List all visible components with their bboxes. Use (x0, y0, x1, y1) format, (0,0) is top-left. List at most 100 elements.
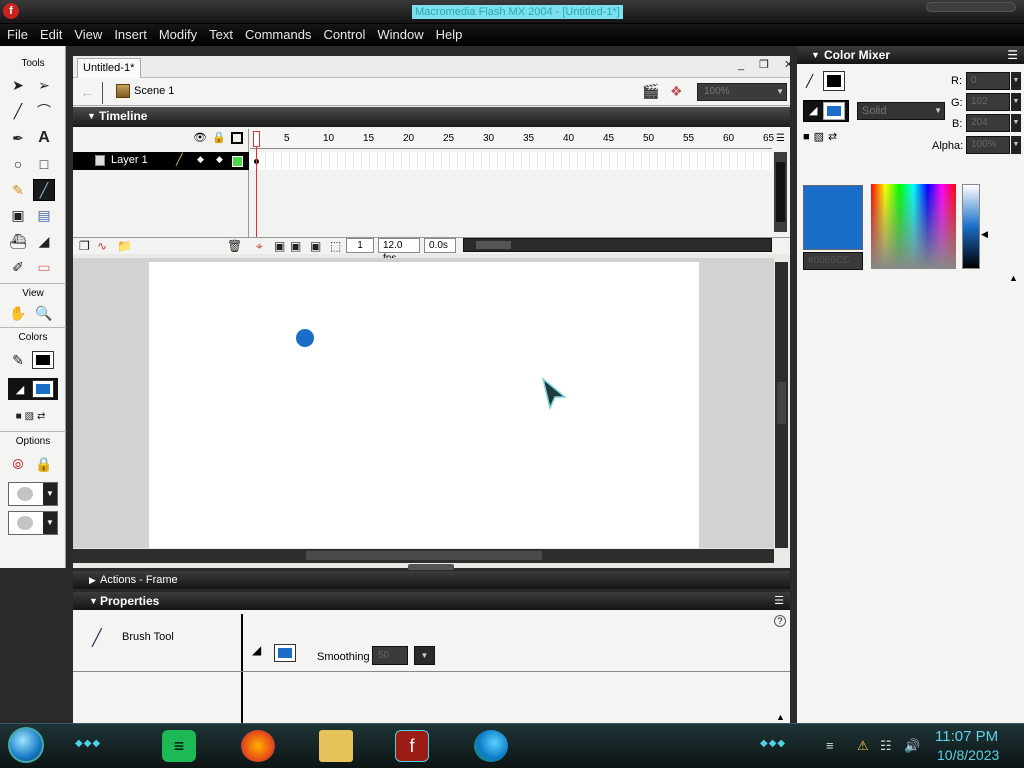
layer-outline-color[interactable] (232, 156, 243, 167)
alpha-input[interactable]: 100% (966, 136, 1010, 154)
timeline-horizontal-scrollbar[interactable] (463, 238, 772, 252)
fill-type-dropdown[interactable]: Solid ▼ (857, 102, 945, 120)
brush-size-dropdown[interactable]: ▼ (8, 482, 58, 506)
smoothing-input[interactable]: 50 (372, 646, 408, 665)
delete-layer-icon[interactable]: 🗑 (227, 239, 242, 253)
menu-text[interactable]: Text (203, 24, 239, 46)
line-tool-icon[interactable]: ╱ (7, 100, 29, 122)
blue-dropdown-button[interactable]: ▼ (1011, 114, 1021, 132)
window-controls[interactable] (926, 2, 1016, 12)
red-input[interactable]: 0 (966, 72, 1010, 90)
edit-multiple-frames-icon[interactable]: ▣ (310, 239, 321, 253)
green-dropdown-button[interactable]: ▼ (1011, 93, 1021, 111)
zoom-dropdown[interactable]: 100% ▼ (697, 83, 787, 101)
subselection-tool-icon[interactable]: ➢ (33, 74, 55, 96)
actions-panel-header[interactable]: ▶ Actions - Frame (73, 571, 790, 589)
text-tool-icon[interactable]: A (33, 127, 55, 149)
menu-view[interactable]: View (68, 24, 108, 46)
color-spectrum[interactable] (871, 184, 956, 269)
clock-date[interactable]: 10/8/2023 (937, 747, 999, 763)
start-button[interactable] (8, 727, 44, 763)
fill-transform-tool-icon[interactable]: ▤ (33, 204, 55, 226)
firefox-icon[interactable] (241, 730, 275, 762)
mixer-default-swap-icons[interactable]: ■▧⇄ (803, 130, 841, 143)
menu-file[interactable]: File (0, 24, 34, 46)
collapse-arrow-icon[interactable]: ▲ (776, 712, 785, 722)
hex-input[interactable]: #0066CC (803, 252, 863, 270)
help-icon[interactable]: ? (774, 615, 786, 627)
center-frame-icon[interactable]: ⌖ (256, 239, 263, 254)
menu-commands[interactable]: Commands (239, 24, 317, 46)
zoom-tool-icon[interactable]: 🔍 (33, 302, 55, 324)
stage-vertical-scrollbar[interactable] (775, 262, 788, 548)
document-tab[interactable]: Untitled-1* (77, 58, 141, 78)
lock-fill-icon[interactable]: 🔒 (33, 453, 55, 475)
document-window-buttons[interactable]: _ ❐ ✕ (738, 58, 799, 71)
lock-layers-icon[interactable]: 🔒 (212, 131, 226, 144)
frame-cells[interactable] (250, 152, 772, 170)
clock-time[interactable]: 11:07 PM (935, 728, 998, 745)
onion-skin-icon[interactable]: ▣ (274, 239, 285, 253)
timeline-header[interactable]: ▼ Timeline (73, 107, 790, 127)
pen-tool-icon[interactable]: ✒ (7, 127, 29, 149)
fill-color-swatch[interactable] (32, 380, 54, 398)
layer-visible-dot[interactable]: ◆ (197, 154, 204, 165)
flash-icon[interactable]: f (395, 730, 429, 762)
mixer-fill-swatch[interactable] (823, 102, 845, 120)
fill-color-swatch[interactable] (274, 644, 296, 662)
flash-app-icon[interactable]: f (3, 3, 19, 19)
stroke-color-swatch[interactable] (32, 351, 54, 369)
outline-layers-icon[interactable] (231, 132, 243, 144)
insert-layer-icon[interactable]: ❐ (79, 239, 90, 253)
panel-options-icon[interactable]: ☰ (1007, 46, 1018, 64)
scene-breadcrumb[interactable]: Scene 1 (134, 85, 174, 97)
selection-tool-icon[interactable]: ➤ (7, 74, 29, 96)
edit-symbols-icon[interactable]: ❖ (670, 83, 683, 100)
oval-tool-icon[interactable]: ○ (7, 153, 29, 175)
volume-icon[interactable]: 🔊 (904, 738, 920, 754)
spotify-icon[interactable]: ≡ (162, 730, 196, 762)
pencil-tool-icon[interactable]: ✎ (7, 179, 29, 201)
file-explorer-icon[interactable] (319, 730, 353, 762)
menu-help[interactable]: Help (430, 24, 469, 46)
modify-onion-markers-icon[interactable]: ⬚ (330, 239, 341, 253)
brightness-slider[interactable] (962, 184, 980, 269)
panel-options-icon[interactable]: ☰ (774, 592, 784, 610)
properties-panel-header[interactable]: ▼ Properties ☰ (73, 592, 790, 610)
warning-icon[interactable]: ⚠ (857, 738, 869, 754)
blue-input[interactable]: 204 (966, 114, 1010, 132)
show-desktop-icon[interactable]: ≡ (826, 738, 834, 753)
layer-name[interactable]: Layer 1 (111, 154, 148, 166)
show-hide-layers-icon[interactable]: 👁 (193, 131, 207, 144)
menu-control[interactable]: Control (317, 24, 371, 46)
paint-bucket-tool-icon[interactable]: ◢ (33, 230, 55, 252)
red-dropdown-button[interactable]: ▼ (1011, 72, 1021, 90)
edit-scene-icon[interactable]: 🎬 (642, 83, 659, 100)
frame-rate-field[interactable]: 12.0 fps (378, 238, 420, 264)
collapse-arrow-icon[interactable]: ▲ (1009, 273, 1018, 283)
free-transform-tool-icon[interactable]: ▣ (7, 204, 29, 226)
playhead[interactable] (253, 131, 260, 147)
add-motion-guide-icon[interactable]: ∿ (97, 239, 107, 253)
menu-modify[interactable]: Modify (153, 24, 203, 46)
stage-horizontal-scrollbar[interactable] (73, 549, 774, 563)
smoothing-dropdown-button[interactable]: ▼ (414, 646, 435, 665)
brush-tool-icon[interactable]: ╱ (33, 179, 55, 201)
rectangle-tool-icon[interactable]: □ (33, 153, 55, 175)
stage[interactable] (149, 262, 699, 548)
timeline-view-options-icon[interactable]: ☰ (776, 133, 785, 144)
timeline-vertical-scrollbar[interactable] (774, 152, 787, 232)
brush-shape-dropdown[interactable]: ▼ (8, 511, 58, 535)
lasso-tool-icon[interactable]: ⌒ (33, 100, 55, 122)
menu-edit[interactable]: Edit (34, 24, 68, 46)
layer-lock-dot[interactable]: ◆ (216, 154, 223, 165)
network-icon[interactable]: ☷ (880, 738, 892, 754)
green-input[interactable]: 102 (966, 93, 1010, 111)
back-arrow-icon[interactable]: ← (80, 84, 94, 100)
mixer-stroke-swatch[interactable] (823, 71, 845, 91)
insert-layer-folder-icon[interactable]: 📁 (117, 239, 132, 253)
color-mixer-header[interactable]: ▼ Color Mixer ☰ (797, 46, 1024, 64)
onion-skin-outlines-icon[interactable]: ▣ (290, 239, 301, 253)
edge-icon[interactable] (474, 730, 508, 762)
menu-window[interactable]: Window (371, 24, 429, 46)
